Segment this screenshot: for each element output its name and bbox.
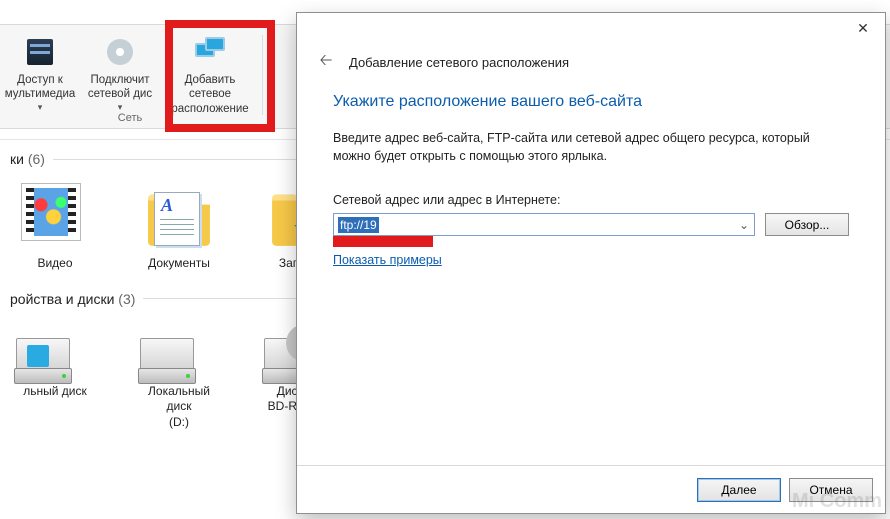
ribbon-media-label: Доступ к мультимедиа [5, 73, 76, 102]
watermark: Mi Comm [792, 490, 882, 513]
item-label: Видео [10, 256, 100, 272]
drive-icon [134, 324, 200, 384]
drive-icon [10, 324, 76, 384]
windows-logo-icon [27, 345, 49, 367]
item-label: Документы [134, 256, 224, 272]
ribbon-media-access[interactable]: Доступ к мультимедиа ▾ [0, 31, 80, 113]
address-input[interactable]: ftp://19 ⌄ [333, 213, 755, 236]
add-network-location-wizard: ✕ 🡠 Добавление сетевого расположения Ука… [296, 12, 886, 514]
wizard-title: Добавление сетевого расположения [349, 55, 569, 70]
ribbon-group-label: Сеть [0, 112, 260, 124]
back-button[interactable]: 🡠 [315, 51, 337, 73]
section-title: ки [10, 151, 24, 167]
wizard-heading: Укажите расположение вашего веб-сайта [333, 93, 849, 111]
address-row: ftp://19 ⌄ Обзор... [333, 213, 849, 236]
documents-folder-icon [146, 184, 212, 250]
dialog-body: Укажите расположение вашего веб-сайта Вв… [297, 93, 885, 465]
annotation-censor [333, 235, 433, 247]
dialog-header: 🡠 Добавление сетевого расположения [297, 43, 885, 93]
section-title: ройства и диски [10, 291, 114, 307]
ribbon-add-network-location[interactable]: Добавить сетевое расположение [160, 31, 260, 116]
ribbon-connect-drive[interactable]: Подключит сетевой дис ▾ [80, 31, 160, 113]
section-count: (3) [118, 291, 135, 307]
server-icon [23, 35, 57, 69]
close-button[interactable]: ✕ [841, 13, 885, 43]
next-button[interactable]: Далее [697, 478, 781, 502]
wizard-description: Введите адрес веб-сайта, FTP-сайта или с… [333, 129, 849, 165]
item-label: Локальный диск (D:) [134, 384, 224, 431]
section-count: (6) [28, 151, 45, 167]
separator [262, 35, 263, 115]
drive-local-c[interactable]: льный диск [10, 324, 100, 431]
address-label: Сетевой адрес или адрес в Интернете: [333, 193, 849, 207]
item-label: льный диск [10, 384, 100, 400]
disc-icon [103, 35, 137, 69]
video-folder-icon [22, 184, 88, 250]
show-examples-link[interactable]: Показать примеры [333, 253, 442, 267]
browse-button[interactable]: Обзор... [765, 213, 849, 236]
address-value: ftp://19 [338, 217, 379, 233]
ribbon-addloc-label: Добавить сетевое расположение [162, 73, 258, 116]
drive-local-d[interactable]: Локальный диск (D:) [134, 324, 224, 431]
ribbon-connect-label: Подключит сетевой дис [88, 73, 152, 102]
folder-videos[interactable]: Видео [10, 184, 100, 272]
monitors-icon [193, 35, 227, 69]
ribbon-group-network: Доступ к мультимедиа ▾ Подключит сетевой… [0, 31, 265, 116]
dialog-titlebar: ✕ [297, 13, 885, 43]
dropdown-icon[interactable]: ⌄ [736, 216, 752, 233]
folder-documents[interactable]: Документы [134, 184, 224, 272]
